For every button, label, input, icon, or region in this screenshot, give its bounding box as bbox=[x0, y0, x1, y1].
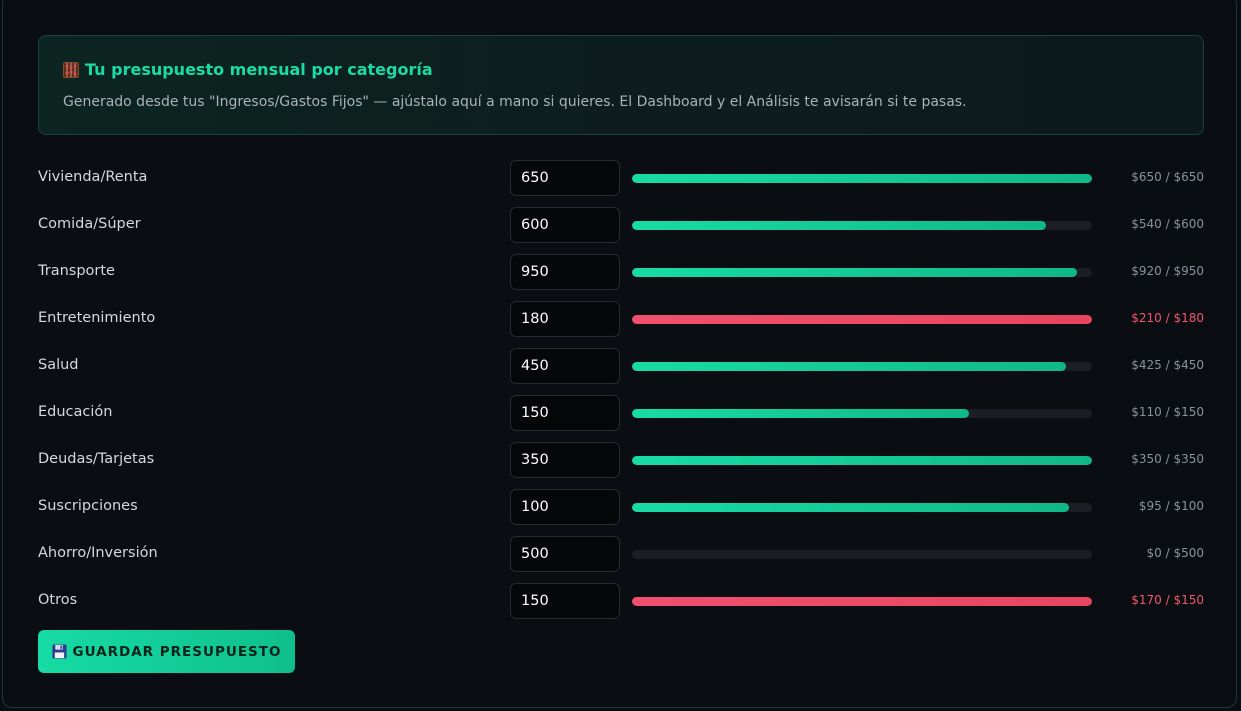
spent-vs-budget: $170 / $150 bbox=[1131, 593, 1204, 607]
spent-vs-budget: $425 / $450 bbox=[1131, 358, 1204, 372]
spent-vs-budget: $350 / $350 bbox=[1131, 452, 1204, 466]
category-row: Salud $425 / $450 bbox=[38, 348, 1204, 384]
spent-vs-budget: $210 / $180 bbox=[1131, 311, 1204, 325]
spent-vs-budget: $650 / $650 bbox=[1131, 170, 1204, 184]
category-row: Vivienda/Renta $650 / $650 bbox=[38, 160, 1204, 196]
budget-input[interactable] bbox=[510, 395, 620, 431]
progress-fill bbox=[632, 409, 970, 418]
budget-info-banner: Tu presupuesto mensual por categoría Gen… bbox=[38, 35, 1204, 135]
progress-track bbox=[632, 409, 1092, 418]
progress-track bbox=[632, 550, 1092, 559]
progress-fill bbox=[632, 503, 1069, 512]
progress-fill bbox=[632, 174, 1092, 183]
progress-track bbox=[632, 456, 1092, 465]
progress-fill bbox=[632, 315, 1092, 324]
progress-fill bbox=[632, 456, 1092, 465]
category-row: Otros $170 / $150 bbox=[38, 583, 1204, 619]
spent-vs-budget: $110 / $150 bbox=[1131, 405, 1204, 419]
progress-track bbox=[632, 362, 1092, 371]
budget-input[interactable] bbox=[510, 348, 620, 384]
progress-fill bbox=[632, 221, 1046, 230]
category-label: Otros bbox=[38, 592, 78, 608]
category-label: Comida/Súper bbox=[38, 216, 141, 232]
category-row: Deudas/Tarjetas $350 / $350 bbox=[38, 442, 1204, 478]
progress-fill bbox=[632, 268, 1078, 277]
budget-input[interactable] bbox=[510, 442, 620, 478]
spent-vs-budget: $0 / $500 bbox=[1146, 546, 1204, 560]
budget-input[interactable] bbox=[510, 536, 620, 572]
banner-description: Generado desde tus "Ingresos/Gastos Fijo… bbox=[63, 94, 967, 110]
category-label: Suscripciones bbox=[38, 498, 138, 514]
category-label: Deudas/Tarjetas bbox=[38, 451, 155, 467]
progress-fill bbox=[632, 597, 1092, 606]
category-label: Educación bbox=[38, 404, 113, 420]
progress-track bbox=[632, 221, 1092, 230]
budget-input[interactable] bbox=[510, 207, 620, 243]
save-budget-button[interactable]: GUARDAR PRESUPUESTO bbox=[38, 630, 295, 673]
category-label: Entretenimiento bbox=[38, 310, 156, 326]
budget-input[interactable] bbox=[510, 160, 620, 196]
category-row: Entretenimiento $210 / $180 bbox=[38, 301, 1204, 337]
progress-track bbox=[632, 315, 1092, 324]
budget-input[interactable] bbox=[510, 583, 620, 619]
budget-input[interactable] bbox=[510, 301, 620, 337]
progress-track bbox=[632, 174, 1092, 183]
spent-vs-budget: $540 / $600 bbox=[1131, 217, 1204, 231]
banner-title: Tu presupuesto mensual por categoría bbox=[63, 60, 433, 79]
progress-track bbox=[632, 597, 1092, 606]
spent-vs-budget: $920 / $950 bbox=[1131, 264, 1204, 278]
abacus-icon bbox=[63, 61, 79, 78]
spent-vs-budget: $95 / $100 bbox=[1138, 499, 1204, 513]
category-row: Comida/Súper $540 / $600 bbox=[38, 207, 1204, 243]
category-label: Salud bbox=[38, 357, 79, 373]
category-label: Transporte bbox=[38, 263, 115, 279]
banner-title-text: Tu presupuesto mensual por categoría bbox=[85, 60, 433, 79]
category-row: Suscripciones $95 / $100 bbox=[38, 489, 1204, 525]
category-label: Vivienda/Renta bbox=[38, 169, 148, 185]
budget-input[interactable] bbox=[510, 489, 620, 525]
budget-input[interactable] bbox=[510, 254, 620, 290]
progress-track bbox=[632, 503, 1092, 512]
category-row: Ahorro/Inversión $0 / $500 bbox=[38, 536, 1204, 572]
progress-fill bbox=[632, 362, 1067, 371]
save-budget-label: GUARDAR PRESUPUESTO bbox=[72, 643, 282, 660]
category-row: Educación $110 / $150 bbox=[38, 395, 1204, 431]
progress-track bbox=[632, 268, 1092, 277]
category-label: Ahorro/Inversión bbox=[38, 545, 158, 561]
category-row: Transporte $920 / $950 bbox=[38, 254, 1204, 290]
floppy-disk-icon bbox=[52, 644, 67, 659]
